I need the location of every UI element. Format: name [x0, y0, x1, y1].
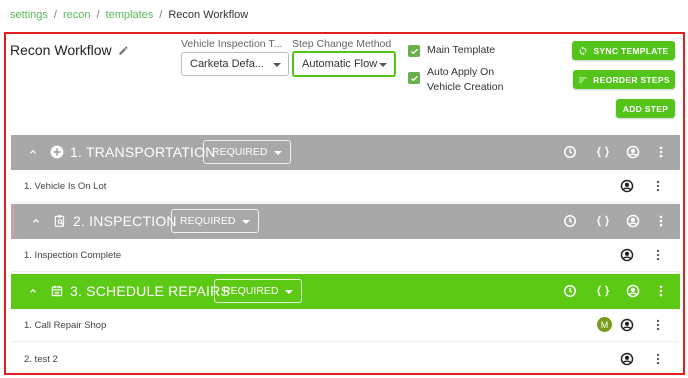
- step-change-select[interactable]: Automatic Flow: [292, 51, 396, 77]
- user-circle-icon[interactable]: [620, 318, 634, 332]
- reorder-lines-icon: [579, 77, 587, 82]
- more-vertical-icon[interactable]: [654, 284, 668, 298]
- requirement-value: REQUIRED: [212, 146, 268, 158]
- more-vertical-icon[interactable]: [654, 145, 668, 159]
- step-change-label: Step Change Method: [292, 38, 392, 50]
- user-circle-icon[interactable]: [626, 284, 640, 298]
- code-braces-icon[interactable]: [596, 214, 610, 228]
- clock-icon[interactable]: [563, 214, 577, 228]
- workflow-panel: Recon Workflow Vehicle Inspection T... C…: [4, 32, 685, 375]
- requirement-select[interactable]: REQUIRED: [203, 140, 291, 164]
- vehicle-inspection-label: Vehicle Inspection T...: [181, 38, 283, 50]
- caret-down-icon: [379, 63, 387, 67]
- task-label: 1. Vehicle Is On Lot: [24, 181, 107, 192]
- requirement-value: REQUIRED: [180, 215, 236, 227]
- auto-apply-checkbox-row[interactable]: Auto Apply On Vehicle Creation: [408, 65, 503, 95]
- sync-template-label: SYNC TEMPLATE: [593, 45, 669, 56]
- main-template-label: Main Template: [427, 44, 496, 56]
- code-braces-icon[interactable]: [596, 145, 610, 159]
- clock-icon[interactable]: [563, 145, 577, 159]
- caret-down-icon: [274, 151, 282, 155]
- task-label: 2. test 2: [24, 354, 58, 365]
- caret-down-icon: [285, 290, 293, 294]
- breadcrumb-separator: /: [159, 9, 163, 21]
- code-braces-icon[interactable]: [596, 284, 610, 298]
- vehicle-inspection-value: Carketa Defa...: [190, 58, 264, 70]
- breadcrumb-separator: /: [53, 9, 57, 21]
- auto-apply-checkbox[interactable]: [408, 72, 420, 84]
- task-row[interactable]: 1. Vehicle Is On Lot: [11, 170, 680, 203]
- add-step-label: ADD STEP: [622, 103, 669, 114]
- task-row[interactable]: 1. Call Repair Shop M: [11, 309, 680, 342]
- plus-circle-icon: [50, 145, 64, 159]
- caret-down-icon: [242, 220, 250, 224]
- more-vertical-icon[interactable]: [654, 214, 668, 228]
- page-title-text: Recon Workflow: [10, 42, 112, 58]
- step-title: 1. TRANSPORTATION: [70, 144, 216, 160]
- auto-apply-label: Auto Apply On Vehicle Creation: [427, 65, 503, 95]
- calendar-icon: [51, 285, 63, 297]
- step-header-inspection[interactable]: 2. INSPECTION REQUIRED: [11, 204, 680, 239]
- page-title: Recon Workflow: [10, 42, 129, 58]
- breadcrumb-link-recon[interactable]: recon: [63, 9, 91, 21]
- task-row[interactable]: 2. test 2: [11, 343, 680, 373]
- check-icon: [410, 75, 418, 81]
- main-template-checkbox-row[interactable]: Main Template: [408, 44, 495, 57]
- breadcrumb-link-settings[interactable]: settings: [10, 9, 48, 21]
- requirement-value: REQUIRED: [223, 285, 279, 297]
- task-label: 1. Call Repair Shop: [24, 320, 107, 331]
- sync-template-button[interactable]: SYNC TEMPLATE: [572, 41, 675, 60]
- user-circle-icon[interactable]: [620, 352, 634, 366]
- step-header-transportation[interactable]: 1. TRANSPORTATION REQUIRED: [11, 135, 680, 170]
- breadcrumb: settings / recon / templates / Recon Wor…: [10, 9, 248, 21]
- chevron-up-icon[interactable]: [28, 147, 38, 157]
- step-title: 2. INSPECTION: [73, 213, 177, 229]
- breadcrumb-current: Recon Workflow: [168, 9, 249, 21]
- auto-apply-label-line1: Auto Apply On: [427, 66, 495, 78]
- chevron-up-icon[interactable]: [31, 216, 41, 226]
- auto-apply-label-line2: Vehicle Creation: [427, 81, 504, 93]
- step-header-schedule-repairs[interactable]: 3. SCHEDULE REPAIRS REQUIRED: [11, 274, 680, 309]
- vehicle-inspection-select[interactable]: Carketa Defa...: [181, 52, 289, 76]
- sync-icon: [580, 45, 587, 56]
- more-vertical-icon[interactable]: [651, 179, 665, 193]
- requirement-select[interactable]: REQUIRED: [171, 209, 259, 233]
- task-row[interactable]: 1. Inspection Complete: [11, 239, 680, 272]
- requirement-select[interactable]: REQUIRED: [214, 279, 302, 303]
- user-circle-icon[interactable]: [626, 145, 640, 159]
- chevron-up-icon[interactable]: [28, 286, 38, 296]
- main-template-checkbox[interactable]: [408, 45, 420, 57]
- step-title: 3. SCHEDULE REPAIRS: [70, 283, 230, 299]
- clipboard-search-icon: [54, 215, 65, 227]
- user-circle-icon[interactable]: [620, 248, 634, 262]
- check-icon: [410, 48, 418, 54]
- clock-icon[interactable]: [563, 284, 577, 298]
- user-circle-icon[interactable]: [620, 179, 634, 193]
- breadcrumb-link-templates[interactable]: templates: [106, 9, 154, 21]
- assignee-avatar[interactable]: M: [597, 317, 612, 332]
- task-label: 1. Inspection Complete: [24, 250, 122, 261]
- step-change-value: Automatic Flow: [302, 58, 378, 70]
- caret-down-icon: [273, 63, 281, 67]
- more-vertical-icon[interactable]: [651, 352, 665, 366]
- edit-pencil-icon[interactable]: [118, 45, 129, 56]
- user-circle-icon[interactable]: [626, 214, 640, 228]
- reorder-steps-button[interactable]: REORDER STEPS: [573, 70, 675, 89]
- reorder-steps-label: REORDER STEPS: [593, 74, 670, 85]
- more-vertical-icon[interactable]: [651, 318, 665, 332]
- more-vertical-icon[interactable]: [651, 248, 665, 262]
- add-step-button[interactable]: ADD STEP: [616, 99, 675, 118]
- breadcrumb-separator: /: [96, 9, 100, 21]
